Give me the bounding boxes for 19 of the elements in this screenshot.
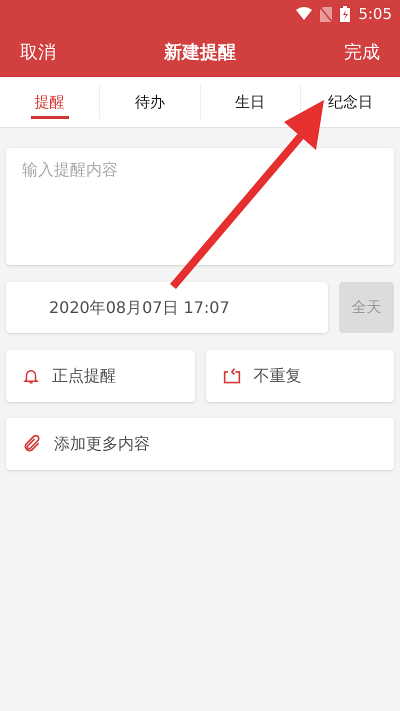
tab[interactable]: 待办 — [134, 85, 165, 119]
date-field[interactable]: 2020年08月07日 17:07 — [6, 282, 328, 333]
paperclip-icon — [22, 434, 42, 454]
wifi-icon — [296, 7, 312, 21]
tab[interactable]: 纪念日 — [328, 85, 373, 119]
bell-icon — [22, 367, 40, 385]
tab[interactable]: 提醒 — [30, 85, 69, 119]
content-field[interactable]: 输入提醒内容 — [6, 148, 394, 265]
battery-icon — [340, 6, 350, 22]
status-time: 5:05 — [358, 4, 392, 25]
page-title: 新建提醒 — [164, 41, 236, 65]
repeat-icon — [222, 367, 242, 385]
done-button[interactable]: 完成 — [344, 39, 380, 66]
add-more-button[interactable]: 添加更多内容 — [6, 418, 394, 470]
option-button[interactable]: 正点提醒 — [6, 350, 194, 402]
no-sim-icon — [320, 6, 332, 22]
cancel-button[interactable]: 取消 — [20, 39, 56, 66]
tab[interactable]: 生日 — [235, 85, 266, 119]
option-button[interactable]: 不重复 — [206, 350, 394, 402]
